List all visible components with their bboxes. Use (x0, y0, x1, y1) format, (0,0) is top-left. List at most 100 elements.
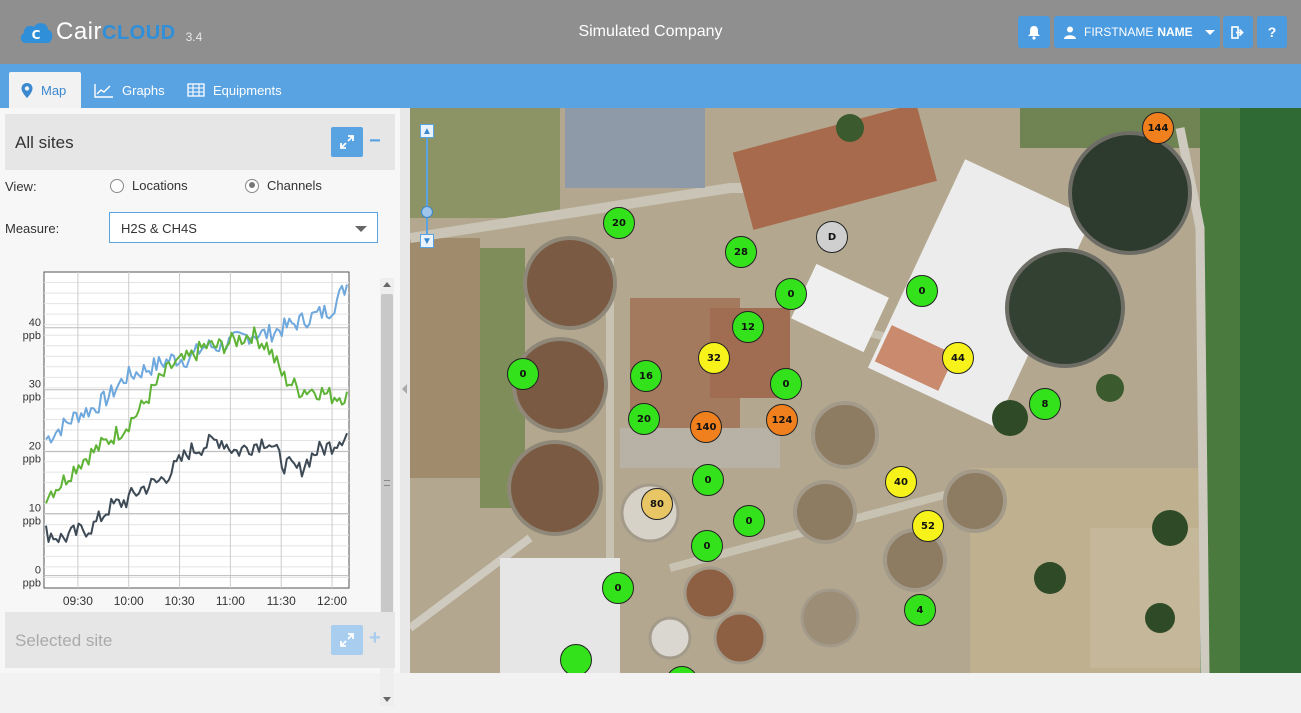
expand-arrows-icon (340, 633, 354, 647)
y-tick-unit: ppb (23, 392, 41, 404)
zoom-out-button[interactable]: ▼ (420, 234, 434, 248)
collapse-arrow-icon[interactable] (402, 384, 407, 394)
expand-selected-button[interactable] (331, 625, 363, 655)
brand-cloud: CLOUD (102, 22, 176, 44)
sensor-marker[interactable]: 0 (906, 275, 938, 307)
sensor-marker[interactable]: 140 (690, 411, 722, 443)
zoom-slider-track[interactable] (426, 138, 428, 234)
sensor-marker[interactable]: 8 (1029, 388, 1061, 420)
radio-channels[interactable]: Channels (245, 178, 322, 193)
version-label: 3.4 (185, 30, 203, 44)
x-tick-label: 11:30 (267, 594, 296, 608)
y-tick-label: 10 (29, 503, 41, 515)
user-firstname: FIRSTNAME (1084, 25, 1154, 39)
sensor-marker[interactable]: 0 (602, 572, 634, 604)
x-tick-label: 12:00 (317, 594, 347, 608)
selected-site-header: Selected site + (5, 612, 395, 668)
y-tick-label: 0 (35, 565, 41, 577)
sensor-marker[interactable]: 44 (942, 342, 974, 374)
brand-cair: Cair (56, 18, 103, 45)
sensor-marker[interactable]: 0 (692, 464, 724, 496)
sensor-marker[interactable]: 20 (628, 403, 660, 435)
tab-graphs-label: Graphs (122, 82, 165, 98)
bell-icon (1028, 25, 1040, 40)
svg-text:C: C (32, 28, 41, 42)
sign-out-icon (1231, 25, 1244, 39)
radio-locations[interactable]: Locations (110, 178, 188, 193)
radio-checked-icon (245, 178, 259, 193)
y-tick-unit: ppb (23, 454, 41, 466)
grip-icon (384, 480, 390, 486)
cair-cloud-logo[interactable]: C CairCLOUD 3.4 (18, 16, 202, 48)
x-tick-label: 10:30 (165, 594, 195, 608)
zoom-in-button[interactable]: ▲ (420, 124, 434, 138)
sensor-marker[interactable]: 0 (733, 505, 765, 537)
map-pin-icon (21, 82, 33, 98)
zoom-slider-handle[interactable] (421, 206, 433, 218)
sensor-marker[interactable]: 80 (641, 488, 673, 520)
map-view[interactable]: ▲ ▼ 144 20 28 D 0 12 0 16 32 0 44 8 0 20 140 124 0 80 0 40 5… (410, 108, 1301, 673)
sensor-marker[interactable]: 40 (885, 466, 917, 498)
radio-circle-icon (110, 178, 124, 193)
tab-map[interactable]: Map (9, 72, 81, 108)
radio-locations-label: Locations (132, 178, 188, 193)
sensor-marker[interactable]: 12 (732, 311, 764, 343)
y-tick-label: 20 (29, 441, 41, 453)
scroll-up-arrow-icon[interactable] (383, 282, 391, 287)
expand-arrows-icon (340, 135, 354, 149)
sensor-marker[interactable] (560, 644, 592, 673)
user-menu-button[interactable]: FIRSTNAME NAME (1054, 16, 1220, 48)
collapse-minus-icon[interactable]: − (369, 131, 381, 151)
measure-value: H2S & CH4S (121, 221, 197, 236)
notifications-button[interactable] (1018, 16, 1050, 48)
sensor-marker[interactable]: 0 (770, 368, 802, 400)
grid-table-icon (187, 83, 205, 97)
sensor-marker[interactable]: 0 (775, 278, 807, 310)
logout-button[interactable] (1223, 16, 1253, 48)
nav-bar: Map Graphs Equipments (0, 64, 1301, 108)
sensor-marker[interactable]: 32 (698, 342, 730, 374)
y-tick-label: 30 (29, 379, 41, 391)
user-lastname: NAME (1157, 25, 1193, 39)
tab-equipments[interactable]: Equipments (175, 72, 294, 108)
sensor-marker[interactable]: 52 (912, 510, 944, 542)
measure-dropdown[interactable]: H2S & CH4S (109, 212, 378, 243)
view-selector: View: Locations Channels (5, 178, 375, 198)
line-chart-icon (94, 83, 113, 98)
sensor-marker[interactable]: 20 (603, 207, 635, 239)
y-tick-label: 40 (29, 317, 41, 329)
sensor-marker[interactable]: 28 (725, 236, 757, 268)
sensor-marker[interactable]: 124 (766, 404, 798, 436)
aerial-map-background (410, 108, 1301, 673)
user-icon (1064, 26, 1076, 39)
tab-graphs[interactable]: Graphs (82, 72, 177, 108)
tab-map-label: Map (41, 82, 67, 98)
x-tick-label: 09:30 (63, 594, 93, 608)
sensor-marker[interactable]: 0 (691, 530, 723, 562)
all-sites-header: All sites − (5, 114, 395, 170)
sensor-marker[interactable]: 4 (904, 594, 936, 626)
add-plus-icon[interactable]: + (369, 628, 381, 648)
scroll-thumb[interactable] (381, 294, 393, 646)
expand-button[interactable] (331, 127, 363, 157)
selected-site-title: Selected site (15, 631, 113, 650)
x-tick-label: 10:00 (114, 594, 144, 608)
tab-equipments-label: Equipments (213, 82, 282, 98)
measure-selector: Measure: H2S & CH4S (5, 212, 385, 244)
caret-down-icon (1204, 29, 1215, 35)
zoom-control: ▲ ▼ (420, 124, 434, 248)
top-bar: C CairCLOUD 3.4 Simulated Company FIRSTN… (0, 0, 1301, 64)
sensor-marker[interactable]: 0 (507, 358, 539, 390)
dropdown-arrow-icon (355, 226, 367, 232)
y-tick-unit: ppb (23, 330, 41, 342)
scroll-down-arrow-icon[interactable] (383, 697, 391, 702)
sensor-marker[interactable]: 16 (630, 360, 662, 392)
sensor-marker[interactable]: D (816, 221, 848, 253)
measure-label: Measure: (5, 221, 60, 236)
panel-divider[interactable] (400, 108, 410, 673)
view-label: View: (5, 179, 37, 194)
cloud-logo-icon: C (20, 23, 53, 43)
sensor-marker[interactable]: 144 (1142, 112, 1174, 144)
x-tick-label: 11:00 (216, 594, 245, 608)
help-button[interactable]: ? (1257, 16, 1287, 48)
